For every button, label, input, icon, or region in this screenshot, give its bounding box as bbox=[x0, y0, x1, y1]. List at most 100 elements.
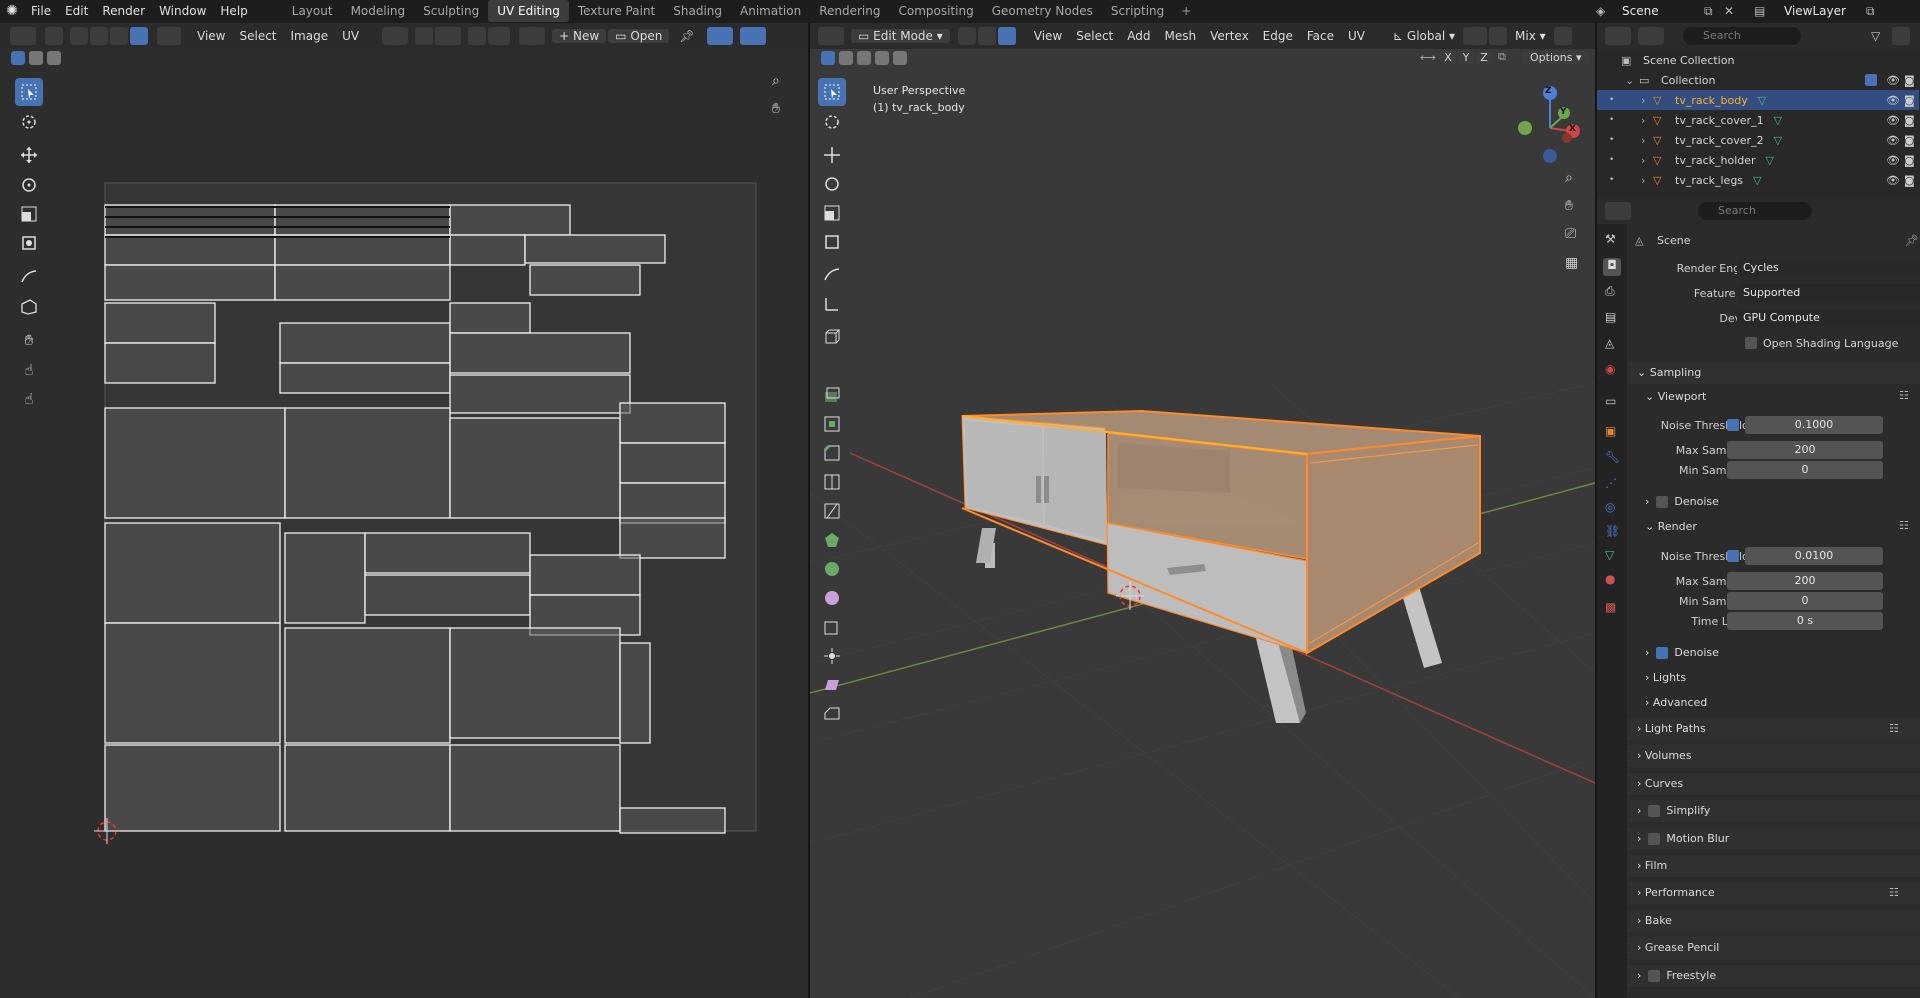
collection-include-checkbox[interactable] bbox=[1865, 74, 1877, 86]
uv-island[interactable] bbox=[619, 482, 726, 524]
outliner-filter-icon[interactable]: ▽ bbox=[1871, 29, 1880, 43]
uv-island[interactable] bbox=[279, 322, 451, 364]
add-workspace-icon[interactable]: + bbox=[1173, 4, 1199, 18]
mesh-data-icon[interactable]: ▽ bbox=[1753, 174, 1761, 187]
render-presets-icon[interactable]: ☷ bbox=[1899, 519, 1909, 532]
object-expand-icon[interactable]: › bbox=[1641, 94, 1653, 107]
collection-visibility-icon[interactable]: 👁︎ bbox=[1886, 74, 1900, 87]
tab-shading[interactable]: Shading bbox=[664, 0, 731, 22]
properties-panel-header[interactable]: › Volumes bbox=[1627, 745, 1920, 768]
vp-tool-shrink-fatten[interactable] bbox=[818, 642, 846, 670]
uv-island[interactable] bbox=[449, 234, 526, 266]
render-subpanel-header[interactable]: ⌄ Render bbox=[1645, 517, 1697, 537]
outliner-object-row[interactable]: • › ▽ tv_rack_holder ▽ 👁︎ ◙ bbox=[1597, 150, 1919, 170]
menu-help[interactable]: Help bbox=[213, 0, 254, 22]
uv-island[interactable] bbox=[449, 374, 631, 414]
vp-denoise-checkbox[interactable] bbox=[1655, 496, 1668, 508]
scene-icon[interactable]: ◈ bbox=[1596, 4, 1614, 18]
uv-island[interactable] bbox=[449, 332, 631, 374]
render-engine-dropdown[interactable]: Cycles bbox=[1737, 259, 1920, 277]
r-denoise-checkbox[interactable] bbox=[1655, 647, 1668, 659]
panel-presets-icon[interactable]: ☷ bbox=[1889, 882, 1899, 904]
view-layer-tab-icon[interactable]: ▤ bbox=[1605, 310, 1616, 324]
new-view-layer-icon[interactable]: ⧉ bbox=[1866, 4, 1886, 19]
uv-island[interactable] bbox=[364, 532, 531, 574]
vp-tool-shear[interactable] bbox=[818, 671, 846, 699]
tab-uv-editing[interactable]: UV Editing bbox=[488, 0, 569, 22]
properties-editor-type-icon[interactable] bbox=[1605, 202, 1631, 220]
tab-geometry-nodes[interactable]: Geometry Nodes bbox=[983, 0, 1102, 22]
pin-context-icon[interactable]: 📌︎ bbox=[1905, 234, 1919, 247]
object-tab-icon[interactable]: ▣ bbox=[1605, 424, 1616, 438]
vp-pan-icon[interactable]: ✋︎ bbox=[1565, 198, 1573, 214]
outliner-scene-collection[interactable]: ▣ Scene Collection bbox=[1597, 50, 1919, 70]
r-denoise-subpanel[interactable]: › Denoise bbox=[1645, 643, 1719, 663]
vp-min-samples-field[interactable]: 0 bbox=[1727, 461, 1883, 479]
uv-island[interactable] bbox=[104, 744, 281, 832]
menu-render[interactable]: Render bbox=[95, 0, 152, 22]
modifier-tab-icon[interactable]: 🔧︎ bbox=[1605, 450, 1620, 464]
object-render-icon[interactable]: ◙ bbox=[1904, 94, 1915, 107]
uv-island[interactable] bbox=[364, 574, 531, 616]
view-layer-icon[interactable]: ▤ bbox=[1754, 4, 1776, 18]
mesh-data-icon[interactable]: ▽ bbox=[1774, 114, 1782, 127]
device-dropdown[interactable]: GPU Compute bbox=[1737, 309, 1920, 327]
outliner-object-row[interactable]: • › ▽ tv_rack_cover_2 ▽ 👁︎ ◙ bbox=[1597, 130, 1919, 150]
uv-canvas[interactable] bbox=[0, 23, 808, 998]
uv-island[interactable] bbox=[619, 442, 726, 484]
vp-tool-extrude[interactable] bbox=[818, 381, 846, 409]
viewport-subpanel-header[interactable]: ⌄ Viewport bbox=[1645, 387, 1706, 407]
tab-sculpting[interactable]: Sculpting bbox=[414, 0, 488, 22]
mesh-data-icon[interactable]: ▽ bbox=[1766, 154, 1774, 167]
delete-scene-icon[interactable]: ✕ bbox=[1724, 4, 1754, 18]
uv-island[interactable] bbox=[524, 234, 666, 264]
object-visibility-icon[interactable]: 👁︎ bbox=[1886, 114, 1900, 127]
properties-panel-header[interactable]: › Bake bbox=[1627, 909, 1920, 932]
lights-subpanel[interactable]: › Lights bbox=[1645, 668, 1686, 688]
feature-set-dropdown[interactable]: Supported bbox=[1737, 284, 1920, 302]
vp-tool-annotate[interactable] bbox=[818, 261, 846, 289]
properties-panel-header[interactable]: › Curves bbox=[1627, 772, 1920, 795]
uv-island[interactable] bbox=[449, 627, 621, 739]
collection-render-icon[interactable]: ◙ bbox=[1904, 74, 1915, 87]
mesh-data-icon[interactable]: ▽ bbox=[1774, 134, 1782, 147]
uv-island[interactable] bbox=[104, 302, 216, 344]
properties-panel-header[interactable]: › Performance ☷ bbox=[1627, 882, 1920, 905]
object-expand-icon[interactable]: › bbox=[1641, 154, 1653, 167]
r-noise-field[interactable]: 0.0100 bbox=[1745, 547, 1883, 565]
output-tab-icon[interactable]: ⎙ bbox=[1605, 284, 1615, 299]
panel-enable-checkbox[interactable] bbox=[1647, 805, 1660, 818]
object-visibility-icon[interactable]: 👁︎ bbox=[1886, 94, 1900, 107]
outliner-editor-type-icon[interactable] bbox=[1605, 27, 1631, 45]
vp-tool-bevel[interactable] bbox=[818, 439, 846, 467]
view-layer-field[interactable]: ViewLayer bbox=[1776, 4, 1866, 18]
tab-texture-paint[interactable]: Texture Paint bbox=[569, 0, 664, 22]
vp-tool-edge-slide[interactable] bbox=[818, 613, 846, 641]
uv-island[interactable] bbox=[284, 744, 451, 832]
object-expand-icon[interactable]: › bbox=[1641, 174, 1653, 187]
uv-island[interactable] bbox=[449, 417, 621, 519]
properties-panel-header[interactable]: › Simplify bbox=[1627, 800, 1920, 823]
outliner-object-row[interactable]: • › ▽ tv_rack_cover_1 ▽ 👁︎ ◙ bbox=[1597, 110, 1919, 130]
vp-tool-move[interactable] bbox=[818, 141, 846, 169]
uv-island[interactable] bbox=[274, 204, 451, 236]
properties-panel-header[interactable]: › Grease Pencil bbox=[1627, 937, 1920, 960]
vp-zoom-icon[interactable]: ⌕ bbox=[1565, 170, 1573, 186]
vp-max-samples-field[interactable]: 200 bbox=[1727, 441, 1883, 459]
blender-logo-icon[interactable]: ✺ bbox=[0, 3, 24, 19]
outliner-object-row[interactable]: • › ▽ tv_rack_legs ▽ 👁︎ ◙ bbox=[1597, 170, 1919, 190]
tab-rendering[interactable]: Rendering bbox=[810, 0, 889, 22]
uv-island[interactable] bbox=[104, 622, 281, 744]
uv-island[interactable] bbox=[279, 362, 451, 394]
vp-tool-spin[interactable] bbox=[818, 555, 846, 583]
uv-island[interactable] bbox=[104, 234, 276, 266]
3d-viewport[interactable]: ▭ Edit Mode ▾ View Select Add Mesh Verte… bbox=[810, 23, 1595, 998]
r-max-samples-field[interactable]: 200 bbox=[1727, 572, 1883, 590]
vp-ortho-toggle-icon[interactable]: ▦ bbox=[1565, 255, 1578, 271]
viewport-presets-icon[interactable]: ☷ bbox=[1899, 389, 1909, 402]
menu-file[interactable]: File bbox=[24, 0, 58, 22]
vp-tool-poly-build[interactable] bbox=[818, 526, 846, 554]
r-noise-checkbox[interactable] bbox=[1727, 550, 1739, 562]
outliner-display-mode-icon[interactable] bbox=[1638, 27, 1664, 45]
particles-tab-icon[interactable]: ⋰ bbox=[1605, 476, 1617, 490]
